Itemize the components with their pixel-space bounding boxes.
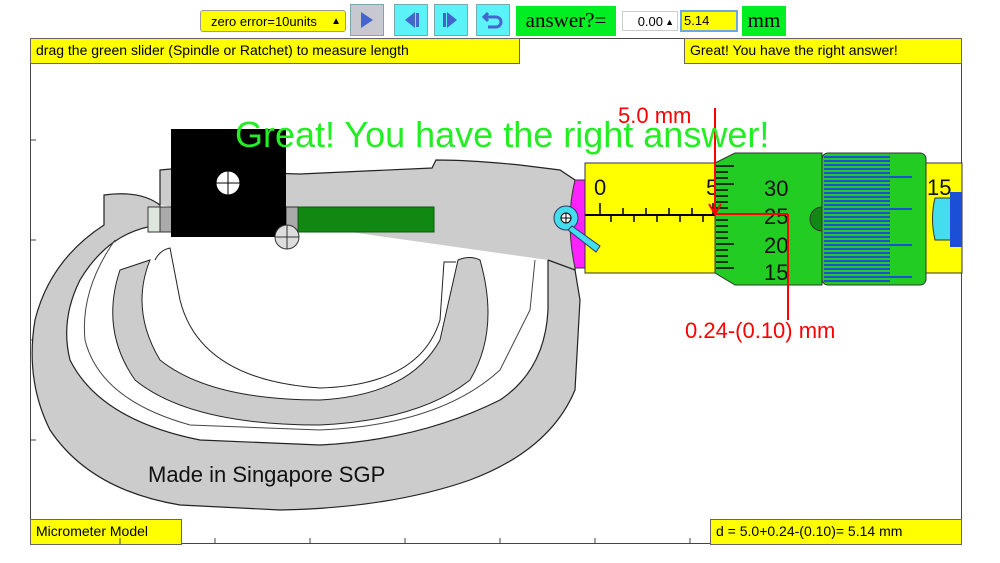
made-in-label: Made in Singapore SGP — [148, 462, 386, 487]
frame-opening — [154, 247, 456, 389]
ratchet-end — [950, 192, 962, 247]
thimble-label: 20 — [764, 233, 788, 258]
main-scale-label: 0 — [594, 175, 606, 200]
anvil — [159, 206, 173, 233]
thimble-label: 25 — [764, 204, 788, 229]
thimble-label: 30 — [764, 176, 788, 201]
main-scale-label: 15 — [927, 175, 951, 200]
success-message: Great! You have the right answer! — [235, 114, 770, 155]
thimble-label: 15 — [764, 260, 788, 285]
spindle-slider[interactable] — [297, 206, 435, 233]
thimble-reading-annotation: 0.24-(0.10) mm — [685, 318, 835, 343]
